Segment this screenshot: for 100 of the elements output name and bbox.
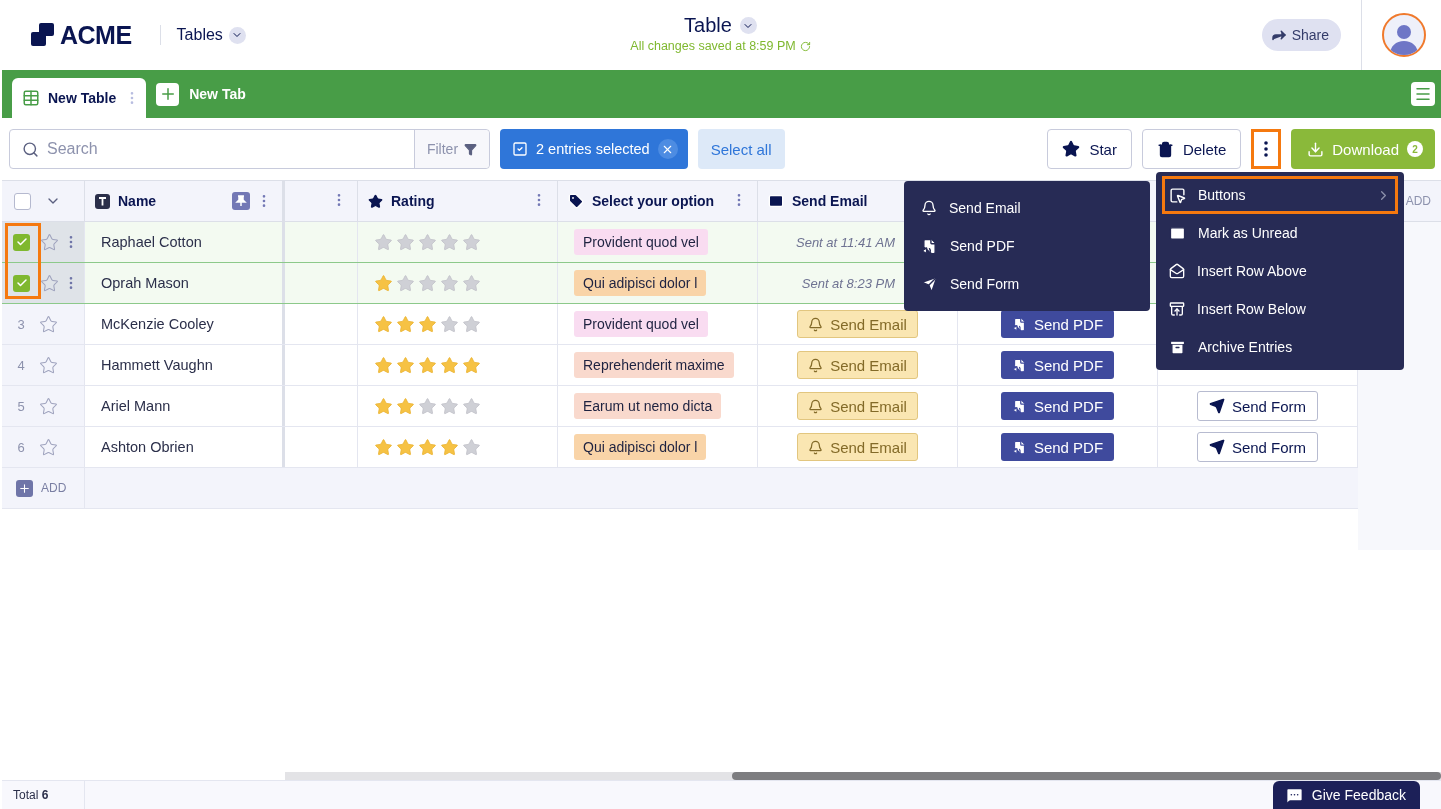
send-form-button[interactable]: Send Form — [1196, 391, 1319, 421]
send-form-button[interactable]: Send Form — [1196, 432, 1319, 462]
count-badge: 2 — [1407, 141, 1423, 157]
name-cell: McKenzie Cooley — [101, 316, 214, 332]
menu-item[interactable]: Mark as Unread — [1162, 214, 1398, 252]
file-icon — [1011, 398, 1027, 414]
option-tag: Earum ut nemo dicta — [574, 393, 722, 419]
rating-star-icon — [462, 355, 481, 375]
plus-icon — [16, 479, 33, 497]
row-number: 4 — [16, 357, 26, 373]
rating-star-icon — [418, 396, 437, 416]
bell-icon — [808, 439, 824, 455]
bell-icon — [808, 398, 824, 414]
bell-icon — [808, 357, 824, 373]
send-email-button[interactable]: Send Email — [797, 351, 918, 379]
scrollbar-thumb[interactable] — [732, 772, 1441, 780]
bell-icon — [808, 316, 824, 332]
paper-plane-icon — [921, 275, 938, 293]
sent-time: Sent at 11:41 AM — [796, 234, 895, 250]
menu-item[interactable]: Buttons — [1162, 176, 1398, 214]
menu-item[interactable]: Insert Row Above — [1162, 252, 1398, 290]
name-cell: Oprah Mason — [101, 275, 189, 291]
rating-star-icon — [396, 314, 415, 334]
column-header[interactable]: Send Email — [792, 193, 868, 209]
rating-star-icon — [462, 437, 481, 457]
star-button[interactable]: Star — [1047, 129, 1132, 169]
rating-star-icon — [440, 437, 459, 457]
rating-star-icon — [462, 396, 481, 416]
submenu-item[interactable]: Send Email — [904, 189, 1150, 227]
select-all-checkbox[interactable] — [14, 192, 31, 210]
rating-star-icon — [440, 396, 459, 416]
feedback-button[interactable]: Give Feedback — [1272, 781, 1420, 809]
selection-count: 2 entries selected — [536, 141, 650, 157]
send-email-button[interactable]: Send Email — [797, 310, 918, 338]
check-icon — [15, 277, 28, 289]
submenu-item[interactable]: Send PDF — [904, 227, 1150, 265]
submenu-item[interactable]: Send Form — [904, 265, 1150, 303]
save-status: All changes saved at 8:59 PM — [630, 39, 796, 53]
column-header[interactable]: Select your option — [592, 193, 715, 209]
file-icon — [1011, 316, 1027, 332]
column-header[interactable]: Rating — [391, 193, 435, 209]
pin-icon[interactable] — [232, 192, 250, 210]
menu-button[interactable] — [1411, 82, 1435, 106]
rating-star-icon — [374, 232, 393, 252]
checkbox-icon — [512, 141, 528, 157]
menu-icon — [1414, 85, 1432, 103]
refresh-icon[interactable] — [799, 40, 811, 52]
rating-star-icon — [374, 314, 393, 334]
name-cell: Ashton Obrien — [101, 439, 194, 455]
row-number: 6 — [16, 439, 26, 455]
send-pdf-button[interactable]: Send PDF — [1000, 392, 1115, 420]
share-button[interactable]: Share — [1261, 19, 1341, 51]
row-checkbox[interactable] — [13, 274, 30, 292]
rating-star-icon — [440, 232, 459, 252]
favorite-star-icon[interactable] — [40, 273, 59, 293]
paper-plane-icon — [1208, 439, 1225, 455]
check-icon — [15, 236, 28, 248]
file-icon — [921, 237, 938, 255]
send-email-button[interactable]: Send Email — [797, 392, 918, 420]
menu-item[interactable]: Archive Entries — [1162, 328, 1398, 366]
favorite-star-icon[interactable] — [39, 396, 58, 416]
row-checkbox[interactable] — [13, 233, 30, 251]
rating-star-icon — [440, 273, 459, 293]
add-row-button[interactable]: ADD — [2, 468, 85, 508]
more-button[interactable] — [1251, 129, 1282, 169]
delete-button[interactable]: Delete — [1141, 129, 1242, 169]
star-icon — [368, 193, 383, 209]
tab[interactable]: New Table — [12, 78, 147, 118]
favorite-star-icon[interactable] — [39, 355, 58, 375]
select-all-button[interactable]: Select all — [697, 129, 785, 169]
favorite-star-icon[interactable] — [39, 437, 58, 457]
rating-star-icon — [396, 232, 415, 252]
rating-star-icon — [462, 232, 481, 252]
total-count: Total 6 — [2, 781, 85, 809]
title-dropdown[interactable] — [739, 17, 757, 34]
send-email-button[interactable]: Send Email — [797, 433, 918, 461]
pointer-icon — [1169, 186, 1186, 204]
name-cell: Hammett Vaughn — [101, 357, 213, 373]
star-icon — [1062, 140, 1081, 158]
rating-star-icon — [374, 437, 393, 457]
favorite-star-icon[interactable] — [39, 314, 58, 334]
column-header[interactable]: Name — [118, 193, 157, 209]
rating-star-icon — [374, 273, 393, 293]
rating-star-icon — [396, 396, 415, 416]
section-dropdown[interactable]: Tables — [176, 26, 246, 44]
avatar[interactable] — [1382, 13, 1426, 57]
option-tag: Provident quod vel — [574, 229, 708, 255]
send-pdf-button[interactable]: Send PDF — [1000, 310, 1115, 338]
favorite-star-icon[interactable] — [40, 232, 59, 252]
menu-item[interactable]: Insert Row Below — [1162, 290, 1398, 328]
clear-selection-button[interactable] — [657, 139, 678, 159]
rating-star-icon — [396, 273, 415, 293]
logo-icon — [30, 23, 56, 47]
send-pdf-button[interactable]: Send PDF — [1000, 433, 1115, 461]
send-pdf-button[interactable]: Send PDF — [1000, 351, 1115, 379]
archive-icon — [1169, 338, 1186, 356]
paper-plane-icon — [1208, 398, 1225, 414]
tag-icon — [568, 193, 584, 209]
table-icon — [22, 89, 40, 107]
file-icon — [1011, 439, 1027, 455]
